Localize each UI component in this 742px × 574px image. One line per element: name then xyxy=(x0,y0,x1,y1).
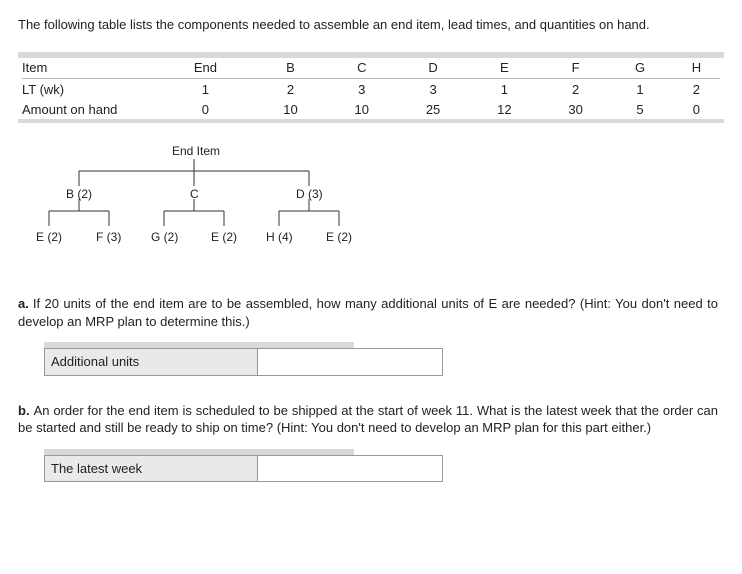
answer-a-input[interactable] xyxy=(258,348,443,376)
answer-b-input[interactable] xyxy=(258,455,443,483)
question-a: a.If 20 units of the end item are to be … xyxy=(18,295,724,376)
bom-node: E (2) xyxy=(211,229,237,245)
bom-node: E (2) xyxy=(36,229,62,245)
bom-node: C xyxy=(190,186,199,202)
bom-node: B (2) xyxy=(66,186,92,202)
table-row: LT (wk) 1 2 3 3 1 2 1 2 xyxy=(18,80,724,100)
table-row: Item End B C D E F G H xyxy=(18,58,724,78)
answer-a-label: Additional units xyxy=(44,348,258,376)
bom-node: E (2) xyxy=(326,229,352,245)
row-label: Item xyxy=(18,58,156,78)
row-label: Amount on hand xyxy=(18,100,156,120)
intro-text: The following table lists the components… xyxy=(18,16,718,34)
components-table: Item End B C D E F G H LT (wk) 1 2 3 3 1… xyxy=(18,52,724,124)
bom-node-root: End Item xyxy=(172,143,220,159)
question-a-prefix: a. xyxy=(18,296,29,311)
answer-b-row: The latest week xyxy=(44,455,354,483)
answer-b-label: The latest week xyxy=(44,455,258,483)
bom-node: F (3) xyxy=(96,229,121,245)
table-row: Amount on hand 0 10 10 25 12 30 5 0 xyxy=(18,100,724,120)
bom-node: H (4) xyxy=(266,229,293,245)
question-a-text: If 20 units of the end item are to be as… xyxy=(18,296,718,329)
question-b-prefix: b. xyxy=(18,403,30,418)
bom-tree: End Item B (2) C D (3) E (2) F (3) G (2)… xyxy=(24,141,724,271)
tree-lines-icon xyxy=(24,141,384,271)
answer-a-row: Additional units xyxy=(44,348,354,376)
bom-node: D (3) xyxy=(296,186,323,202)
row-label: LT (wk) xyxy=(18,80,156,100)
bom-node: G (2) xyxy=(151,229,178,245)
question-b: b.An order for the end item is scheduled… xyxy=(18,402,724,483)
question-b-text: An order for the end item is scheduled t… xyxy=(18,403,718,436)
